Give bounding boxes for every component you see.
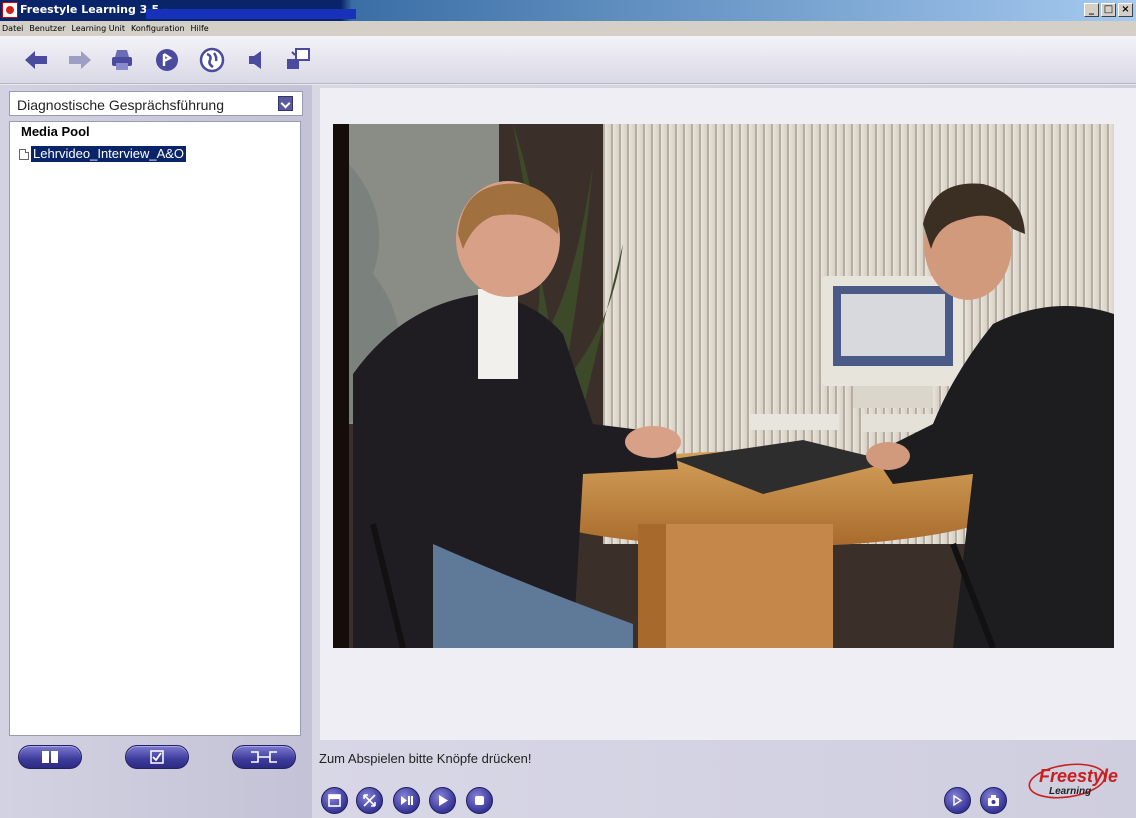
stop-button[interactable] (466, 787, 493, 814)
globe-icon (199, 47, 225, 73)
topic-select-value: Diagnostische Gesprächsführung (17, 97, 225, 113)
print-button[interactable] (108, 46, 136, 74)
stop-icon (475, 796, 484, 805)
printer-icon (112, 50, 132, 70)
link-button[interactable] (232, 745, 296, 769)
title-bar: Freestyle Learning 3.5 - _ □ × (0, 0, 1136, 21)
globe-button[interactable] (198, 46, 226, 74)
snapshot-button[interactable] (980, 787, 1007, 814)
book-button[interactable] (18, 745, 82, 769)
toolbar (0, 36, 1136, 84)
menu-bar: Datei Benutzer Learning Unit Konfigurati… (0, 21, 1136, 36)
snapshot-icon (988, 795, 999, 806)
book-icon (42, 751, 58, 763)
window-switch-button[interactable] (284, 46, 312, 74)
step-forward-icon (401, 796, 413, 805)
next-icon (953, 794, 963, 807)
menu-benutzer[interactable]: Benutzer (29, 21, 65, 36)
menu-learning-unit[interactable]: Learning Unit (71, 21, 125, 36)
arrow-left-icon (25, 51, 47, 69)
play-icon (439, 795, 448, 806)
fullscreen-button[interactable] (356, 787, 383, 814)
tree-item-label: Lehrvideo_Interview_A&O (31, 146, 187, 162)
document-icon (19, 148, 29, 160)
video-stage (320, 88, 1136, 740)
arrow-right-icon (69, 51, 91, 69)
logo-text: Freestyle (1039, 766, 1118, 786)
forward-button[interactable] (66, 46, 94, 74)
content-panel: Zum Abspielen bitte Knöpfe drücken! Free… (312, 85, 1136, 818)
window-controls: _ □ × (1084, 3, 1133, 17)
tree-item[interactable]: Lehrvideo_Interview_A&O (19, 146, 187, 162)
window-icon (328, 794, 341, 807)
window-switch-icon (287, 48, 310, 69)
step-forward-button[interactable] (393, 787, 420, 814)
link-icon (251, 751, 277, 763)
chevron-down-icon[interactable] (278, 96, 293, 111)
info-icon (156, 49, 178, 71)
checklist-button[interactable] (125, 745, 189, 769)
status-message: Zum Abspielen bitte Knöpfe drücken! (319, 751, 532, 766)
menu-datei[interactable]: Datei (2, 21, 23, 36)
speaker-icon (249, 51, 261, 69)
fullscreen-icon (363, 794, 376, 807)
app-icon[interactable] (2, 2, 18, 18)
logo-image: Freestyle Learning (1028, 763, 1118, 799)
audio-button[interactable] (242, 46, 270, 74)
next-button[interactable] (944, 787, 971, 814)
minimize-button[interactable]: _ (1084, 3, 1099, 17)
back-button[interactable] (22, 46, 50, 74)
info-button[interactable] (153, 46, 181, 74)
left-panel: Diagnostische Gesprächsführung Media Poo… (0, 85, 312, 818)
app-window: Freestyle Learning 3.5 - _ □ × Datei Ben… (0, 0, 1136, 818)
tree-title: Media Pool (21, 124, 90, 139)
menu-konfiguration[interactable]: Konfiguration (131, 21, 185, 36)
freestyle-learning-logo: Freestyle Learning (1027, 761, 1127, 801)
maximize-button[interactable]: □ (1101, 3, 1116, 17)
checkbox-icon (150, 750, 164, 764)
close-button[interactable]: × (1118, 3, 1133, 17)
play-button[interactable] (429, 787, 456, 814)
menu-hilfe[interactable]: Hilfe (191, 21, 209, 36)
logo-subtext: Learning (1049, 786, 1091, 797)
window-mode-button[interactable] (321, 787, 348, 814)
topic-select[interactable]: Diagnostische Gesprächsführung (9, 91, 303, 116)
video-frame[interactable] (333, 124, 1114, 648)
video-image (333, 124, 1114, 648)
media-tree: Media Pool Lehrvideo_Interview_A&O (9, 121, 301, 736)
title-redacted-area (146, 9, 356, 19)
